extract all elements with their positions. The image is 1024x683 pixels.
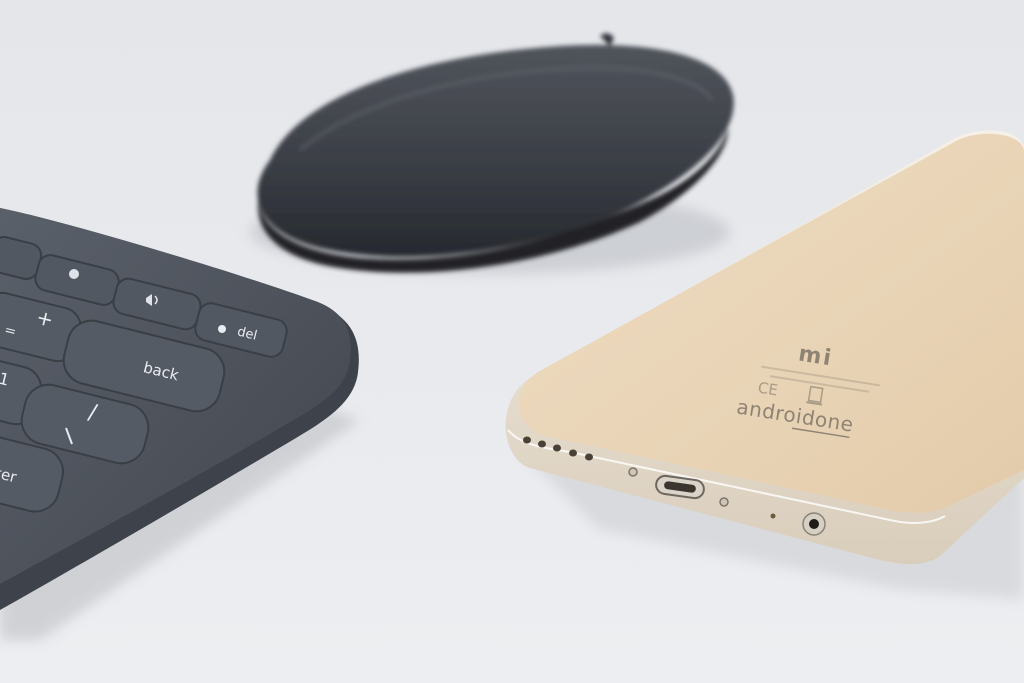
microphone-icon [770,513,776,519]
ce-mark: CE [757,379,780,400]
scene-svg: mi CE androidone del + = back 1 / ter [0,0,1024,683]
photo-scene: mi CE androidone del + = back 1 / ter [0,0,1024,683]
screw-icon [628,467,638,477]
screw-icon [719,497,729,507]
key-dot-icon [218,325,226,333]
media-icon [69,269,79,279]
phone-brand-logo: mi [797,341,835,371]
